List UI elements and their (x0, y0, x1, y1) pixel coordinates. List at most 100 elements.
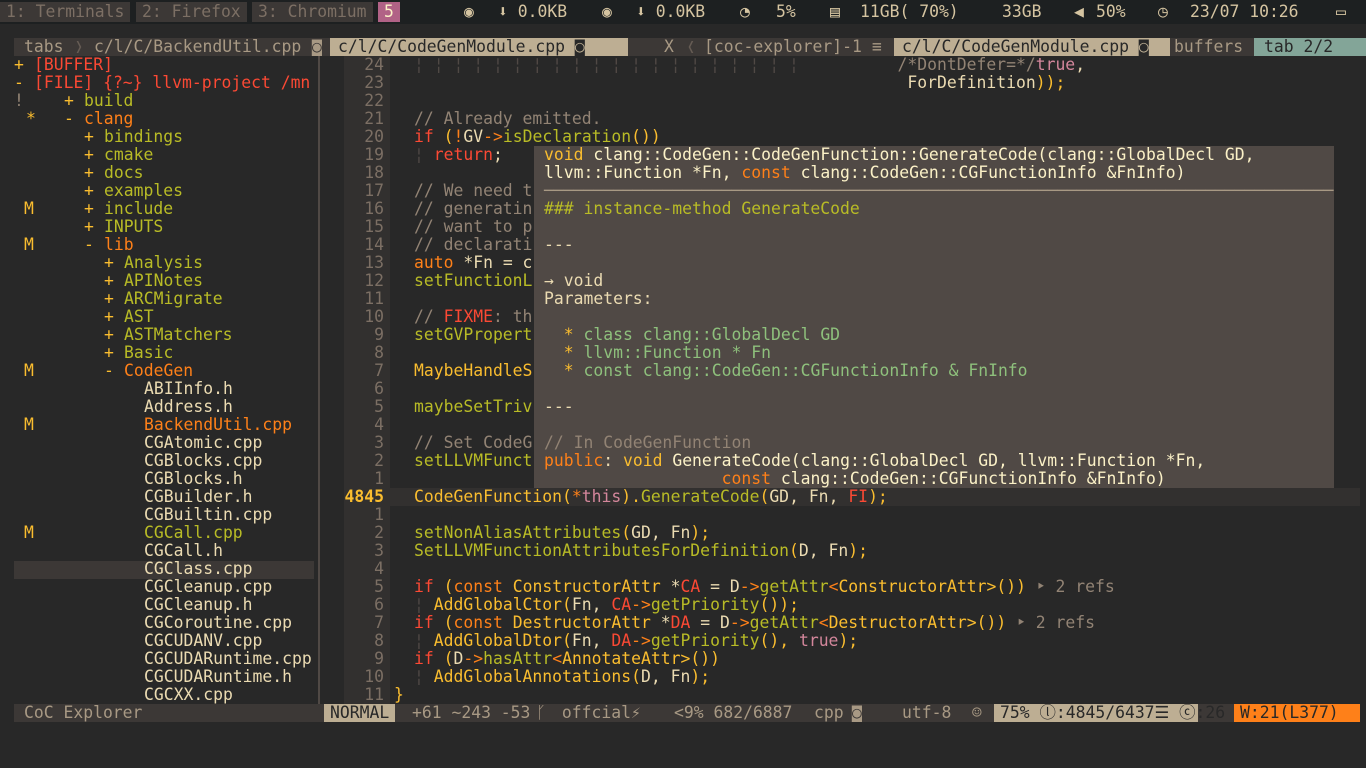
code-token: if (414, 613, 434, 632)
net-down-2: ⬇ 0.0KB (636, 2, 706, 21)
line-number: 3 (374, 433, 384, 452)
explorer-item[interactable]: CGBlocks.h (14, 470, 314, 488)
code-token: -> (463, 649, 484, 668)
line-number: 5 (374, 577, 384, 596)
explorer-item[interactable]: + AST (14, 308, 314, 326)
code-line: } (394, 686, 404, 704)
code-line: // FIXME: th (414, 308, 532, 326)
expand-icon: + (84, 145, 94, 164)
line-number: 1 (374, 505, 384, 524)
explorer-item[interactable]: CGCall.h (14, 542, 314, 560)
workspace-firefox[interactable]: 2: Firefox (136, 2, 247, 22)
explorer-item-label: cmake (104, 145, 154, 164)
explorer-item[interactable]: CGCleanup.cpp (14, 578, 314, 596)
wifi-icon: ◉ (602, 2, 612, 21)
code-token: // want to p (414, 217, 533, 236)
explorer-item[interactable]: Address.h (14, 398, 314, 416)
line-number: 20 (364, 127, 384, 146)
explorer-item[interactable]: + [BUFFER] (14, 56, 314, 74)
cpp-file-icon: ◙ (1138, 37, 1149, 56)
explorer-item-label: CGCall.cpp (144, 523, 243, 542)
explorer-item[interactable]: M - lib (14, 236, 314, 254)
explorer-item[interactable]: CGCleanup.h (14, 596, 314, 614)
explorer-item[interactable]: + INPUTS (14, 218, 314, 236)
explorer-item-label: examples (104, 181, 183, 200)
explorer-item[interactable]: CGBuiltin.cpp (14, 506, 314, 524)
tab-backendutil[interactable]: c/l/C/BackendUtil.cpp (94, 38, 301, 56)
hover-line: llvm::Function *Fn, const clang::CodeGen… (544, 164, 1185, 182)
explorer-item[interactable]: CGCUDANV.cpp (14, 632, 314, 650)
power-icon[interactable]: ▭ (1336, 2, 1346, 22)
explorer-item[interactable]: CGCoroutine.cpp (14, 614, 314, 632)
explorer-item-label: CGClass.cpp (144, 559, 253, 578)
line-number: 1 (374, 469, 384, 488)
explorer-item[interactable]: + Analysis (14, 254, 314, 272)
explorer-item-label: include (104, 199, 174, 218)
datetime: 23/07 10:26 (1190, 2, 1299, 21)
explorer-item[interactable]: M CGCall.cpp (14, 524, 314, 542)
explorer-item[interactable]: CGBuilder.h (14, 488, 314, 506)
code-line: if (const ConstructorAttr *CA = D->getAt… (414, 578, 1115, 596)
explorer-item[interactable]: + examples (14, 182, 314, 200)
explorer-item[interactable]: CGCUDARuntime.cpp (14, 650, 314, 668)
code-token: )); (1035, 73, 1066, 92)
git-branch-icon: ᚴ (536, 703, 546, 722)
workspace-chromium[interactable]: 3: Chromium (252, 2, 373, 22)
cpu-gauge-icon: ◔ (740, 2, 750, 21)
buffer-codegenmodule-active[interactable]: c/l/C/CodeGenModule.cpp ◙ (894, 38, 1170, 56)
mode-indicator: NORMAL (324, 704, 396, 722)
line-number: 18 (364, 163, 384, 182)
code-line: // want to p (414, 218, 532, 236)
explorer-item[interactable]: * - clang (14, 110, 314, 128)
line-number: 4 (374, 415, 384, 434)
explorer-item[interactable]: CGClass.cpp (14, 560, 314, 578)
explorer-item[interactable]: M + include (14, 200, 314, 218)
explorer-item[interactable]: M BackendUtil.cpp (14, 416, 314, 434)
code-line: setNonAliasAttributes(GD, Fn); (414, 524, 710, 542)
code-token: isDeclaration (502, 127, 632, 146)
code-token: setNonAliasAttributes (414, 523, 622, 542)
code-line: ¦ return; (414, 146, 503, 164)
line-number: 9 (374, 649, 384, 668)
explorer-item[interactable]: ABIInfo.h (14, 380, 314, 398)
explorer-item[interactable]: - [FILE] {?~} llvm-project /mn (14, 74, 314, 92)
expand-icon: + (104, 271, 114, 290)
expand-icon: + (104, 325, 114, 344)
explorer-item[interactable]: + cmake (14, 146, 314, 164)
code-token: AddGlobalAnnotations (433, 667, 632, 686)
code-line: // generatin (414, 200, 532, 218)
explorer-item-label: INPUTS (104, 217, 164, 236)
explorer-item[interactable]: + ASTMatchers (14, 326, 314, 344)
explorer-item[interactable]: + docs (14, 164, 314, 182)
expand-icon: + (104, 253, 114, 272)
net-down-1: ⬇ 0.0KB (498, 2, 568, 21)
tab-coc-explorer[interactable]: [coc-explorer]-1 (704, 38, 862, 56)
warning-indicator[interactable]: W:21(L377) (1234, 704, 1360, 722)
filetype: cpp (814, 703, 844, 722)
expand-icon: + (64, 91, 74, 110)
code-token: = D (700, 577, 740, 596)
explorer-item[interactable]: + Basic (14, 344, 314, 362)
tab-codegenmodule-active[interactable]: c/l/C/CodeGenModule.cpp ◙ (330, 38, 628, 56)
code-token: Fn, (571, 631, 612, 650)
explorer-item[interactable]: ! + build (14, 92, 314, 110)
workspace-terminals[interactable]: 1: Terminals (0, 2, 131, 22)
explorer-item[interactable]: CGAtomic.cpp (14, 434, 314, 452)
explorer-item[interactable]: + ARCMigrate (14, 290, 314, 308)
code-token: : th (492, 307, 533, 326)
explorer-item[interactable]: M - CodeGen (14, 362, 314, 380)
explorer-item[interactable]: CGCUDARuntime.h (14, 668, 314, 686)
code-line: // declarati (414, 236, 532, 254)
code-token: , (789, 487, 809, 506)
code-token: // declarati (414, 235, 533, 254)
explorer-item-label: CGCoroutine.cpp (144, 613, 293, 632)
explorer-item[interactable]: + bindings (14, 128, 314, 146)
code-token: ( (433, 649, 454, 668)
workspace-active[interactable]: 5 (378, 2, 400, 22)
hover-line: → void (544, 272, 603, 290)
explorer-item[interactable]: CGCXX.cpp (14, 686, 314, 704)
explorer-item-label: lib (104, 235, 134, 254)
explorer-item[interactable]: CGBlocks.cpp (14, 452, 314, 470)
close-tab-button[interactable]: X (664, 38, 674, 56)
explorer-item[interactable]: + APINotes (14, 272, 314, 290)
